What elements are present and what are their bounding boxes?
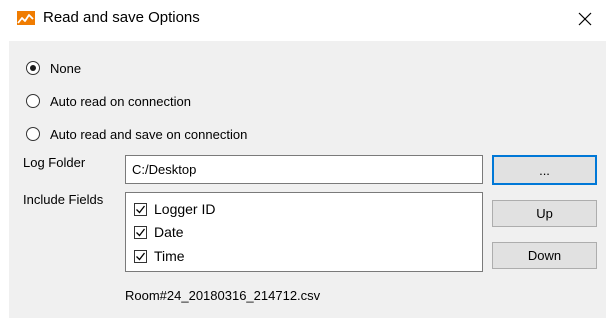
up-button[interactable]: Up [492,200,597,227]
list-item-time[interactable]: Time [134,246,185,266]
list-item-logger-id[interactable]: Logger ID [134,199,215,219]
log-folder-input[interactable] [125,155,483,184]
include-fields-label: Include Fields [23,192,104,207]
radio-label: Auto read and save on connection [50,126,248,142]
checkbox[interactable] [134,202,147,216]
radio-button[interactable] [26,127,40,141]
radio-selected-dot [30,65,36,71]
check-icon [136,205,146,213]
browse-button[interactable]: ... [492,155,597,185]
radio-auto-read-save[interactable]: Auto read and save on connection [26,125,247,143]
log-folder-label: Log Folder [23,155,86,170]
radio-button[interactable] [26,94,40,108]
field-label: Time [154,248,185,264]
check-icon [136,228,146,236]
checkbox[interactable] [134,249,147,263]
radio-button[interactable] [26,61,40,75]
radio-none[interactable]: None [26,59,81,77]
include-fields-list[interactable]: Logger ID Date Time [125,192,483,272]
radio-label: Auto read on connection [50,93,191,109]
chart-line-icon [17,11,35,25]
down-button[interactable]: Down [492,242,597,269]
window-title: Read and save Options [43,9,200,26]
field-label: Date [154,224,184,240]
list-item-date[interactable]: Date [134,222,184,242]
checkbox[interactable] [134,225,147,239]
check-icon [136,252,146,260]
title-bar: Read and save Options [0,0,610,38]
close-icon [578,12,592,26]
output-filename: Room#24_20180316_214712.csv [125,288,321,303]
radio-label: None [50,60,82,76]
field-label: Logger ID [154,201,216,217]
radio-auto-read[interactable]: Auto read on connection [26,92,191,110]
close-button[interactable] [570,5,600,33]
